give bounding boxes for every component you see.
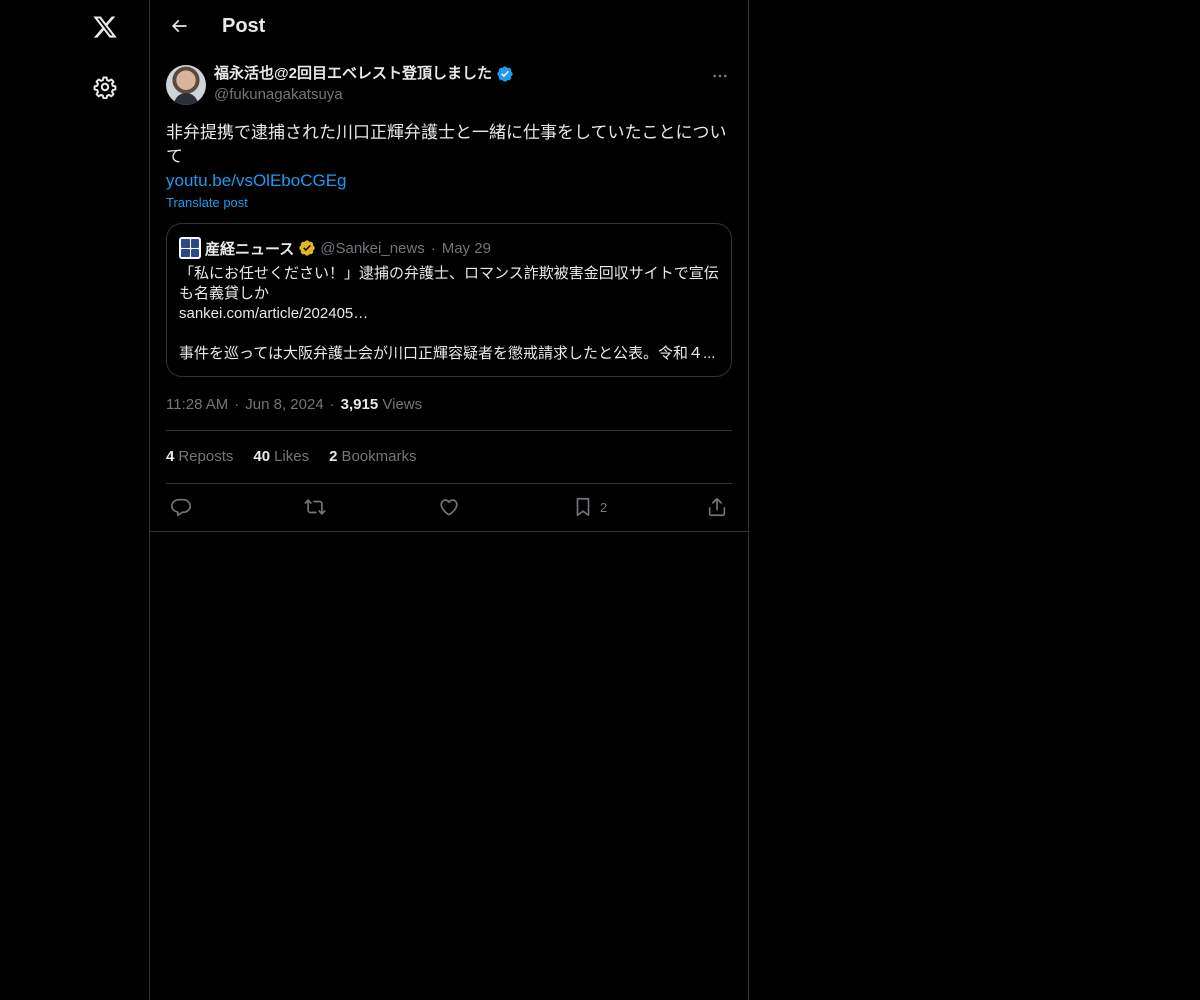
author-name-row[interactable]: 福永活也@2回目エベレスト登頂しました (214, 64, 514, 84)
quote-date: May 29 (441, 239, 491, 257)
divider-bottom (166, 483, 732, 484)
post: 福永活也@2回目エベレスト登頂しました @fukunagakatsuya 非弁提… (166, 64, 732, 415)
gear-icon (93, 76, 117, 99)
post-bottom-border (150, 531, 748, 532)
author-handle[interactable]: @fukunagakatsuya (214, 85, 343, 105)
post-text: 非弁提携で逮捕された川口正輝弁護士と一緒に仕事をしていたことについて youtu… (166, 121, 732, 193)
actions-row: 2 (166, 494, 732, 520)
timestamp-row: 11:28 AM · Jun 8, 2024 · 3,915 Views (166, 396, 423, 413)
repost-button[interactable] (303, 494, 327, 520)
stats-row: 4 Reposts 40 Likes 2 Bookmarks (166, 446, 416, 468)
quote-header: 産経ニュース @Sankei_news · May 29 (179, 236, 719, 260)
page-title: Post (222, 15, 266, 37)
quote-blank-line (179, 324, 719, 344)
post-link[interactable]: youtu.be/vsOlEboCGEg (166, 169, 732, 193)
back-button[interactable] (162, 9, 196, 43)
quote-line-2: sankei.com/article/202405… (179, 305, 369, 322)
quote-separator: · (430, 239, 436, 257)
quote-author-name: 産経ニュース (205, 240, 295, 258)
quote-body: 「私にお任せください！」逮捕の弁護士、ロマンス詐欺被害金回収サイトで宣伝も名義貸… (179, 264, 719, 364)
author-name[interactable]: 福永活也@2回目エベレスト登頂しました (214, 64, 492, 84)
main-column: Post 福永活也@2回目エベレスト登頂しました @fukunagakatsuy… (149, 0, 749, 1000)
verified-badge-icon (497, 66, 513, 82)
likes-stat[interactable]: 40 Likes (253, 446, 309, 468)
share-button[interactable] (706, 494, 728, 520)
avatar[interactable] (166, 65, 206, 105)
share-icon (708, 497, 726, 517)
settings-button[interactable] (80, 62, 130, 112)
repost-icon (304, 499, 326, 515)
post-time[interactable]: 11:28 AM (166, 396, 228, 413)
more-horizontal-icon (713, 74, 727, 78)
reply-icon (171, 498, 191, 517)
likes-label: Likes (274, 448, 310, 465)
post-body: 非弁提携で逮捕された川口正輝弁護士と一緒に仕事をしていたことについて (166, 123, 727, 166)
left-nav (0, 0, 150, 1000)
verified-gold-badge-icon (299, 240, 315, 256)
heart-icon (440, 499, 458, 516)
avatar-shirt (174, 93, 198, 105)
like-button[interactable] (438, 494, 460, 520)
bookmarks-stat[interactable]: 2 Bookmarks (329, 446, 416, 468)
quote-author-handle: @Sankei_news (320, 239, 425, 257)
bookmarks-count: 2 (329, 448, 338, 465)
reply-button[interactable] (170, 494, 192, 520)
quoted-post[interactable]: 産経ニュース @Sankei_news · May 29 「私にお任せください！… (166, 223, 732, 377)
bookmark-count: 2 (600, 499, 608, 515)
x-logo-button[interactable] (80, 2, 130, 52)
bookmark-button[interactable]: 2 (572, 494, 607, 520)
divider-top (166, 430, 732, 431)
bookmarks-label: Bookmarks (341, 448, 417, 465)
views-label: Views (382, 396, 423, 413)
reposts-label: Reposts (178, 448, 234, 465)
app: Post 福永活也@2回目エベレスト登頂しました @fukunagakatsuy… (0, 0, 1200, 1000)
author-row: 福永活也@2回目エベレスト登頂しました @fukunagakatsuya (166, 64, 732, 108)
quote-line-3: 事件を巡っては大阪弁護士会が川口正輝容疑者を懲戒請求したと公表。令和４... (179, 345, 716, 362)
x-logo-icon (93, 16, 117, 38)
post-date[interactable]: Jun 8, 2024 (245, 396, 323, 413)
views-count: 3,915 (340, 396, 379, 413)
quote-line-1: 「私にお任せください！」逮捕の弁護士、ロマンス詐欺被害金回収サイトで宣伝も名義貸… (179, 265, 719, 302)
likes-count: 40 (253, 448, 271, 465)
arrow-left-icon (171, 19, 187, 33)
translate-post-link[interactable]: Translate post (166, 195, 732, 211)
top-bar: Post (150, 0, 748, 53)
bookmark-icon (576, 497, 590, 517)
reposts-count: 4 (166, 448, 175, 465)
more-options-button[interactable] (708, 64, 732, 88)
reposts-stat[interactable]: 4 Reposts (166, 446, 233, 468)
quote-avatar (179, 237, 201, 259)
